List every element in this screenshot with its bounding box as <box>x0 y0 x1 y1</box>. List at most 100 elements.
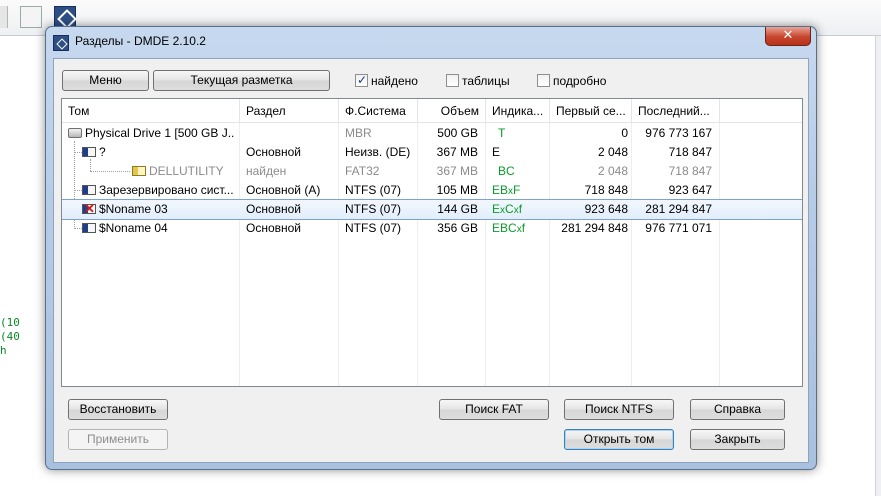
title-bar[interactable]: Разделы - DMDE 2.10.2 ✕ <box>46 27 816 57</box>
found-checkbox[interactable]: найдено <box>355 72 418 89</box>
indicator-flag: B <box>500 183 509 197</box>
background-scroll-edge <box>875 36 881 496</box>
size-cell: 500 GB <box>437 126 478 140</box>
toolbar-separator <box>0 6 8 28</box>
table-row[interactable]: $Noname 03 Основной NTFS (07) 144 GB ExCxf 92… <box>62 199 802 220</box>
dmde-app-icon[interactable] <box>54 6 76 28</box>
checkbox-icon[interactable] <box>446 74 459 87</box>
size-cell: 367 MB <box>436 145 478 159</box>
tables-label: таблицы <box>462 74 510 88</box>
column-header-indicators[interactable]: Индика... <box>486 99 550 123</box>
partitions-list[interactable]: Том Раздел Ф.Система Объем Индика... Пер… <box>61 98 803 387</box>
indicator-flag: C <box>505 202 514 216</box>
volume-name: $Noname 03 <box>99 202 168 216</box>
close-window-button[interactable]: ✕ <box>765 27 811 46</box>
partition-type-cell: Основной (A) <box>246 183 321 197</box>
help-button[interactable]: Справка <box>690 399 785 420</box>
dmde-logo-icon <box>53 35 69 51</box>
partition-icon <box>82 185 96 195</box>
column-header-size[interactable]: Объем <box>418 99 486 123</box>
indicator-flag: E <box>492 183 501 197</box>
partition-type-cell: найден <box>246 164 287 178</box>
indicator-flag: E <box>492 145 501 159</box>
first-sector-cell: 718 848 <box>584 183 628 197</box>
last-sector-cell: 976 773 167 <box>645 126 712 140</box>
indicator-flag: C <box>508 221 517 235</box>
last-sector-cell: 718 847 <box>668 145 712 159</box>
window-title: Разделы - DMDE 2.10.2 <box>75 34 206 48</box>
last-sector-cell: 281 294 847 <box>645 202 712 216</box>
partition-type-cell <box>246 124 336 143</box>
search-fat-button[interactable]: Поиск FAT <box>439 399 549 420</box>
indicator-flag: C <box>506 164 515 178</box>
filesystem-cell: MBR <box>345 126 372 140</box>
table-row[interactable]: DELLUTILITY найден FAT32 367 MB BC 2 048 718 8… <box>62 162 802 181</box>
bad-partition-icon <box>82 200 96 218</box>
close-button[interactable]: Закрыть <box>690 429 785 450</box>
indicator-flag: T <box>498 126 506 140</box>
list-header: Том Раздел Ф.Система Объем Индика... Пер… <box>62 99 802 123</box>
column-header-volume[interactable]: Том <box>62 99 240 123</box>
table-row[interactable]: Зарезервировано сист... Основной (A) NTFS … <box>62 181 802 200</box>
found-partition-icon <box>132 166 146 176</box>
volume-cell: $Noname 04 <box>82 219 234 238</box>
filesystem-cell: NTFS (07) <box>345 221 402 235</box>
table-row[interactable]: ? Основной Неизв. (DE) 367 MB E 2 048 718 847 <box>62 143 802 162</box>
volume-name: DELLUTILITY <box>149 164 224 178</box>
column-header-partition[interactable]: Раздел <box>240 99 339 123</box>
volume-cell: Зарезервировано сист... <box>82 181 234 200</box>
restore-button[interactable]: Восстановить <box>68 399 168 420</box>
filesystem-cell: NTFS (07) <box>345 183 402 197</box>
partitions-dialog: Разделы - DMDE 2.10.2 ✕ Меню Текущая раз… <box>45 26 817 470</box>
filesystem-cell: Неизв. (DE) <box>345 145 411 159</box>
partition-icon <box>82 147 96 157</box>
column-header-last-sector[interactable]: Последний... <box>632 99 720 123</box>
partition-type-cell: Основной <box>246 202 302 216</box>
table-row[interactable]: $Noname 04 Основной NTFS (07) 356 GB EBCxf 28… <box>62 219 802 238</box>
first-sector-cell: 281 294 848 <box>561 221 628 235</box>
toolbar-tool-icon[interactable] <box>20 6 42 28</box>
partition-type-cell: Основной <box>246 221 302 235</box>
volume-name: Зарезервировано сист... <box>99 183 234 197</box>
background-text-line: (40 <box>0 330 20 343</box>
checkbox-icon[interactable] <box>537 74 550 87</box>
indicator-flag: f <box>521 221 526 235</box>
checkbox-checked-icon[interactable] <box>355 72 368 88</box>
first-sector-cell: 923 648 <box>584 202 628 216</box>
size-cell: 105 MB <box>436 183 478 197</box>
volume-name: $Noname 04 <box>99 221 168 235</box>
indicator-flag: E <box>492 202 501 216</box>
volume-name: Physical Drive 1 [500 GB J... <box>85 126 234 140</box>
indicator-flag: B <box>500 221 509 235</box>
indicators-cell: EBCxf <box>492 219 548 238</box>
indicators-cell: BC <box>498 162 554 181</box>
background-text-line: (10 <box>0 316 20 329</box>
apply-button[interactable]: Применить <box>68 429 168 450</box>
column-header-filesystem[interactable]: Ф.Система <box>339 99 418 123</box>
found-label: найдено <box>371 74 418 88</box>
first-sector-cell: 0 <box>621 126 628 140</box>
drive-icon <box>68 128 82 138</box>
last-sector-cell: 718 847 <box>668 164 712 178</box>
filesystem-cell: FAT32 <box>345 164 380 178</box>
menu-button[interactable]: Меню <box>62 70 149 91</box>
indicator-flag: B <box>498 164 507 178</box>
size-cell: 144 GB <box>437 202 478 216</box>
table-row[interactable]: Physical Drive 1 [500 GB J... MBR 500 GB T 0… <box>62 124 802 143</box>
column-header-first-sector[interactable]: Первый се... <box>550 99 632 123</box>
detail-checkbox[interactable]: подробно <box>537 73 606 89</box>
open-volume-button[interactable]: Открыть том <box>564 429 674 450</box>
current-layout-button[interactable]: Текущая разметка <box>153 70 330 91</box>
indicators-cell: ExCxf <box>492 200 548 219</box>
background-text-line: h <box>0 344 7 357</box>
volume-cell: Physical Drive 1 [500 GB J... <box>68 124 234 143</box>
filesystem-cell: NTFS (07) <box>345 202 402 216</box>
partition-type-cell: Основной <box>246 145 302 159</box>
indicators-cell: T <box>498 124 554 143</box>
search-ntfs-button[interactable]: Поиск NTFS <box>564 399 674 420</box>
tables-checkbox[interactable]: таблицы <box>446 73 510 89</box>
indicator-flag: E <box>492 221 501 235</box>
volume-cell: ? <box>82 143 234 162</box>
last-sector-cell: 923 647 <box>668 183 712 197</box>
indicator-flag: F <box>513 183 521 197</box>
